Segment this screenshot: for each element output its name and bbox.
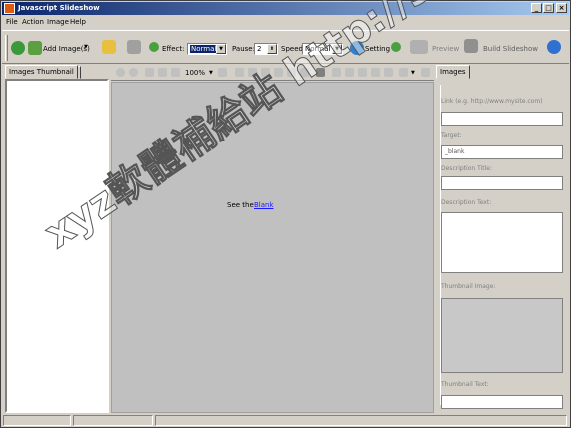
editor-toolbar: 100% ▼ ▼	[111, 65, 434, 81]
effect-value: Normal	[190, 45, 218, 53]
add-images-button[interactable]: Add Image(s)	[43, 45, 90, 53]
menu-action[interactable]: Action	[22, 18, 44, 26]
title-bar: Javascript Slideshow _ □ ×	[2, 2, 569, 15]
close-button[interactable]: ×	[556, 3, 567, 13]
description-text-label: Description Text:	[441, 199, 492, 206]
description-text-input[interactable]	[441, 212, 563, 273]
setting-button[interactable]: Setting	[365, 45, 390, 53]
cut-icon[interactable]	[145, 68, 154, 77]
flip-icon[interactable]	[235, 68, 244, 77]
rotate-right-icon[interactable]	[274, 68, 283, 77]
bullet-icon[interactable]	[129, 68, 138, 77]
spin-arrows-icon[interactable]: ⬍	[267, 44, 277, 54]
effect-label: Effect:	[162, 45, 185, 53]
description-title-input[interactable]	[441, 176, 563, 190]
thumbnail-image-box[interactable]	[441, 298, 563, 373]
grid-icon[interactable]	[371, 68, 380, 77]
resize-icon[interactable]	[316, 68, 325, 77]
bullet-icon[interactable]	[116, 68, 125, 77]
back-icon[interactable]	[11, 41, 25, 55]
target-input[interactable]: _blank	[441, 145, 563, 159]
link-input[interactable]	[441, 112, 563, 126]
effect-icon	[149, 42, 159, 52]
target-label: Target:	[441, 132, 462, 139]
status-panel	[155, 415, 567, 426]
rotate-left-icon[interactable]	[261, 68, 270, 77]
app-icon	[4, 3, 15, 14]
blank-link[interactable]: Blank	[254, 201, 274, 209]
minimize-button[interactable]: _	[531, 3, 542, 13]
play-icon[interactable]	[391, 42, 401, 52]
link-label: Link (e.g. http://www.mysite.com)	[441, 98, 543, 105]
see-text: See the	[227, 201, 254, 209]
chevron-down-icon[interactable]: ▼	[411, 70, 415, 76]
left-pane: Images Thumbnail List	[3, 65, 109, 413]
pause-value: 2	[257, 45, 262, 53]
maximize-button[interactable]: □	[543, 3, 554, 13]
main-toolbar: Add Image(s) ▼ Effect: Normal ▼ Pause: 2…	[2, 30, 569, 64]
status-bar	[2, 414, 569, 427]
pause-label: Pause:	[232, 45, 255, 53]
zoom-level[interactable]: 100%	[185, 69, 205, 77]
build-slideshow-button[interactable]: Build Slideshow	[483, 45, 538, 53]
crop-icon[interactable]	[300, 68, 309, 77]
menu-file[interactable]: File	[6, 18, 18, 26]
pause-stepper[interactable]: 2 ⬍	[254, 43, 278, 55]
slide-canvas[interactable]: See the Blank	[111, 82, 434, 413]
open-folder-icon[interactable]	[102, 40, 116, 54]
setting-icon[interactable]	[350, 41, 364, 55]
add-image-icon[interactable]	[28, 41, 42, 55]
chevron-down-icon[interactable]: ▼	[209, 70, 213, 76]
preview-button[interactable]: Preview	[432, 45, 459, 53]
thumbnail-image-label: Thumbnail Image:	[441, 283, 496, 290]
thumbnail-text-input[interactable]	[441, 395, 563, 409]
status-panel	[3, 415, 71, 426]
image-icon[interactable]	[399, 68, 408, 77]
thumbnail-text-label: Thumbnail Text:	[441, 381, 489, 388]
preview-icon[interactable]	[410, 40, 428, 54]
align-right-icon[interactable]	[358, 68, 367, 77]
save-icon[interactable]	[127, 40, 141, 54]
chevron-down-icon[interactable]: ▼	[216, 44, 226, 54]
effect-select[interactable]: Normal ▼	[187, 43, 227, 55]
menu-image[interactable]: Image	[47, 18, 69, 26]
editor-area: 100% ▼ ▼ See the Blank	[111, 65, 434, 413]
zoom-in-icon[interactable]	[218, 68, 227, 77]
speed-value: Normal	[305, 45, 331, 53]
rotate-icon[interactable]	[287, 68, 296, 77]
align-left-icon[interactable]	[332, 68, 341, 77]
toolbar-grip[interactable]	[5, 35, 8, 61]
app-window: Javascript Slideshow _ □ × File Action I…	[0, 0, 571, 428]
menu-help[interactable]: Help	[70, 18, 86, 26]
chevron-down-icon[interactable]: ▼	[84, 44, 88, 50]
description-title-label: Description Title:	[441, 165, 492, 172]
thumbnail-list[interactable]	[5, 79, 109, 413]
properties-pane: Images Link (e.g. http://www.mysite.com)…	[435, 65, 569, 413]
zoom-icon[interactable]	[171, 68, 180, 77]
move-icon[interactable]	[158, 68, 167, 77]
window-title: Javascript Slideshow	[18, 4, 100, 12]
flip-vertical-icon[interactable]	[248, 68, 257, 77]
tab-images-thumbnail[interactable]: Images Thumbnail	[5, 65, 78, 79]
align-center-icon[interactable]	[345, 68, 354, 77]
speed-select[interactable]: Normal ▼	[302, 43, 343, 55]
status-panel	[73, 415, 153, 426]
text-icon[interactable]	[384, 68, 393, 77]
more-icon[interactable]	[421, 68, 430, 77]
help-icon[interactable]	[547, 40, 561, 54]
chevron-down-icon[interactable]: ▼	[332, 44, 342, 54]
tab-images[interactable]: Images	[436, 65, 470, 79]
build-icon[interactable]	[464, 39, 478, 53]
menu-bar: File Action Image Help	[2, 16, 569, 29]
